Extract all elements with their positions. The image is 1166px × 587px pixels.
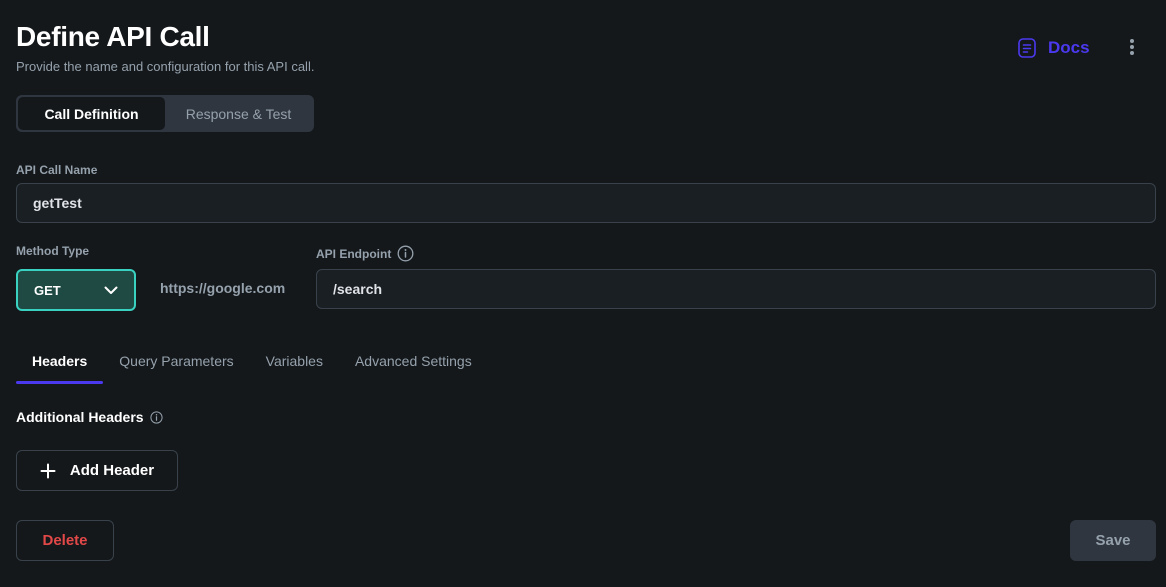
tab-response-test[interactable]: Response & Test xyxy=(165,97,312,130)
info-icon[interactable] xyxy=(149,410,163,424)
tab-advanced-settings[interactable]: Advanced Settings xyxy=(339,338,488,384)
plus-icon xyxy=(40,463,56,479)
api-call-name-value: getTest xyxy=(33,195,82,211)
api-endpoint-value: /search xyxy=(333,281,383,297)
method-type-dropdown[interactable]: GET xyxy=(16,269,136,311)
tab-headers[interactable]: Headers xyxy=(16,338,104,384)
delete-button[interactable]: Delete xyxy=(16,520,114,561)
additional-headers-title: Additional Headers xyxy=(16,408,163,426)
api-call-name-label: API Call Name xyxy=(16,163,97,177)
add-header-button[interactable]: Add Header xyxy=(16,450,178,491)
page-title: Define API Call xyxy=(16,21,210,52)
tab-variables[interactable]: Variables xyxy=(250,338,339,384)
api-call-name-input[interactable]: getTest xyxy=(16,183,1156,223)
define-api-call-page: Define API Call Provide the name and con… xyxy=(0,0,1166,587)
config-tabs: Headers Query Parameters Variables Advan… xyxy=(16,338,488,384)
docs-label: Docs xyxy=(1048,38,1090,57)
api-endpoint-label: API Endpoint xyxy=(316,245,414,262)
page-subtitle: Provide the name and configuration for t… xyxy=(16,59,315,74)
save-button[interactable]: Save xyxy=(1070,520,1156,561)
docs-link[interactable]: Docs xyxy=(1016,34,1090,62)
method-type-value: GET xyxy=(34,282,61,298)
tab-query-parameters[interactable]: Query Parameters xyxy=(103,338,249,384)
api-endpoint-input[interactable]: /search xyxy=(316,269,1156,309)
chevron-down-icon xyxy=(104,286,118,295)
info-icon[interactable] xyxy=(397,245,414,262)
tab-call-definition[interactable]: Call Definition xyxy=(18,97,165,130)
api-call-name-label-text: API Call Name xyxy=(16,163,98,177)
document-icon xyxy=(1016,37,1038,59)
more-vertical-icon[interactable] xyxy=(1120,35,1144,59)
method-type-label: Method Type xyxy=(16,244,89,258)
mode-toggle: Call Definition Response & Test xyxy=(16,95,314,132)
additional-headers-label: Additional Headers xyxy=(16,409,144,425)
api-endpoint-label-text: API Endpoint xyxy=(316,246,392,261)
method-type-label-text: Method Type xyxy=(16,244,90,258)
base-url: https://google.com xyxy=(160,280,286,296)
add-header-label: Add Header xyxy=(69,462,155,479)
